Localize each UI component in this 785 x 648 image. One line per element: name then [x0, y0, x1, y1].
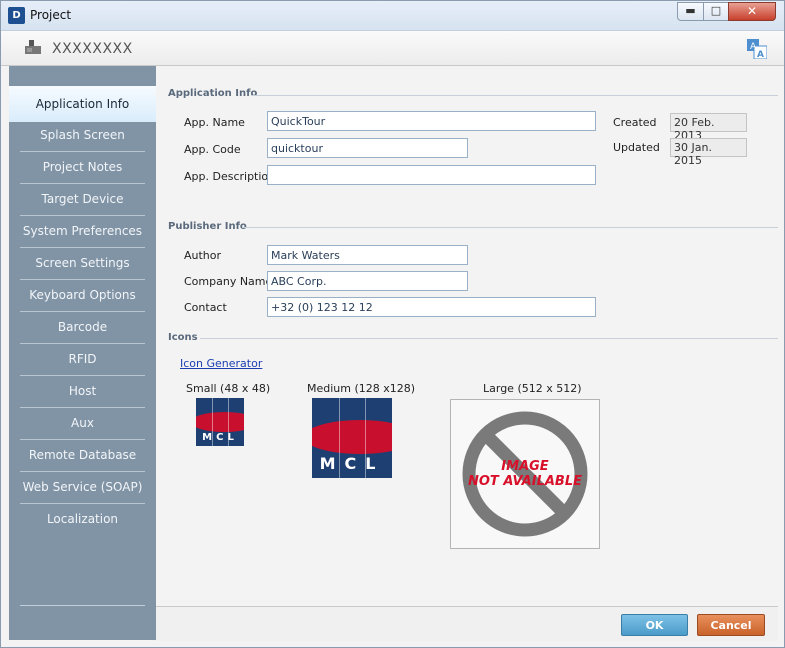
sidebar-item-label: Web Service (SOAP) [22, 480, 143, 494]
updated-date: 30 Jan. 2015 [670, 138, 747, 167]
small-icon-logo-text: MCL [202, 432, 238, 444]
app-name-label: App. Name [184, 116, 245, 129]
small-app-icon[interactable]: MCL [196, 398, 244, 446]
sidebar-item-label: Project Notes [42, 160, 123, 174]
author-input[interactable] [267, 245, 468, 265]
section-title-application-info: Application Info [168, 88, 258, 99]
project-icon [25, 40, 41, 54]
sidebar-item-label: Target Device [41, 192, 124, 206]
placeholder-text-line1: IMAGE [501, 459, 549, 474]
section-title-publisher-info: Publisher Info [168, 221, 247, 232]
close-button[interactable]: ✕ [728, 2, 776, 21]
project-window: D Project ▬ □ ✕ XXXXXXXX A A Application… [0, 0, 785, 648]
translate-icon[interactable]: A A [747, 39, 767, 59]
created-date: 20 Feb. 2013 [670, 113, 747, 142]
sidebar-item-host[interactable]: Host [9, 376, 156, 408]
app-logo-icon: D [8, 7, 25, 24]
medium-icon-logo-text: MCL [319, 454, 385, 474]
sidebar: Application Info Splash Screen Project N… [9, 66, 156, 640]
company-name-label: Company Name [184, 275, 273, 288]
project-name: XXXXXXXX [52, 41, 133, 57]
svg-text:A: A [757, 50, 764, 59]
small-icon-label: Small (48 x 48) [186, 382, 271, 395]
sidebar-item-label: Aux [71, 416, 94, 430]
section-divider [200, 338, 778, 339]
large-icon-label: Large (512 x 512) [483, 382, 582, 395]
sidebar-item-barcode[interactable]: Barcode [9, 312, 156, 344]
main-panel: Application Info App. Name App. Code App… [156, 66, 778, 606]
app-code-input[interactable] [267, 138, 468, 158]
app-description-label: App. Description [184, 170, 276, 183]
company-name-input[interactable] [267, 271, 468, 291]
close-icon: ✕ [746, 4, 758, 18]
large-app-icon[interactable]: IMAGE NOT AVAILABLE [450, 399, 600, 549]
ok-button[interactable]: OK [621, 614, 688, 636]
app-code-label: App. Code [184, 143, 241, 156]
app-name-input[interactable] [267, 111, 596, 131]
sidebar-item-label: RFID [68, 352, 97, 366]
medium-icon-label: Medium (128 x128) [307, 382, 416, 395]
updated-label: Updated [613, 141, 660, 154]
maximize-button[interactable]: □ [703, 2, 729, 21]
dialog-footer: OK Cancel [156, 606, 778, 641]
sidebar-item-localization[interactable]: Localization [9, 504, 156, 536]
sidebar-item-label: Remote Database [28, 448, 137, 462]
minimize-icon: ▬ [685, 4, 696, 17]
contact-input[interactable] [267, 297, 596, 317]
sidebar-item-remote-database[interactable]: Remote Database [9, 440, 156, 472]
sidebar-item-label: Barcode [57, 320, 108, 334]
project-header: XXXXXXXX A A [1, 31, 784, 66]
placeholder-text-line2: NOT AVAILABLE [468, 474, 582, 489]
sidebar-item-label: Screen Settings [35, 256, 130, 270]
sidebar-divider [20, 605, 145, 606]
sidebar-item-web-service[interactable]: Web Service (SOAP) [9, 472, 156, 504]
app-description-input[interactable] [267, 165, 596, 185]
section-divider [242, 227, 778, 228]
section-title-icons: Icons [168, 332, 198, 343]
title-bar: D Project ▬ □ ✕ [1, 1, 784, 31]
sidebar-item-label: Application Info [35, 97, 130, 111]
contact-label: Contact [184, 301, 227, 314]
sidebar-item-keyboard-options[interactable]: Keyboard Options [9, 280, 156, 312]
sidebar-item-target-device[interactable]: Target Device [9, 184, 156, 216]
created-label: Created [613, 116, 657, 129]
icon-generator-link[interactable]: Icon Generator [180, 357, 262, 370]
author-label: Author [184, 249, 222, 262]
sidebar-item-label: Host [68, 384, 97, 398]
sidebar-item-label: System Preferences [22, 224, 143, 238]
minimize-button[interactable]: ▬ [677, 2, 704, 21]
sidebar-item-label: Localization [46, 512, 119, 526]
window-title: Project [30, 8, 72, 22]
svg-text:A: A [750, 42, 757, 52]
sidebar-item-splash-screen[interactable]: Splash Screen [9, 120, 156, 152]
sidebar-item-screen-settings[interactable]: Screen Settings [9, 248, 156, 280]
maximize-icon: □ [710, 4, 722, 17]
section-divider [251, 95, 778, 96]
sidebar-item-rfid[interactable]: RFID [9, 344, 156, 376]
sidebar-item-system-preferences[interactable]: System Preferences [9, 216, 156, 248]
sidebar-item-aux[interactable]: Aux [9, 408, 156, 440]
sidebar-item-label: Keyboard Options [29, 288, 136, 302]
sidebar-item-label: Splash Screen [40, 128, 125, 142]
medium-app-icon[interactable]: MCL [312, 398, 392, 478]
sidebar-item-application-info[interactable]: Application Info [9, 86, 156, 122]
sidebar-item-project-notes[interactable]: Project Notes [9, 152, 156, 184]
cancel-button[interactable]: Cancel [697, 614, 765, 636]
